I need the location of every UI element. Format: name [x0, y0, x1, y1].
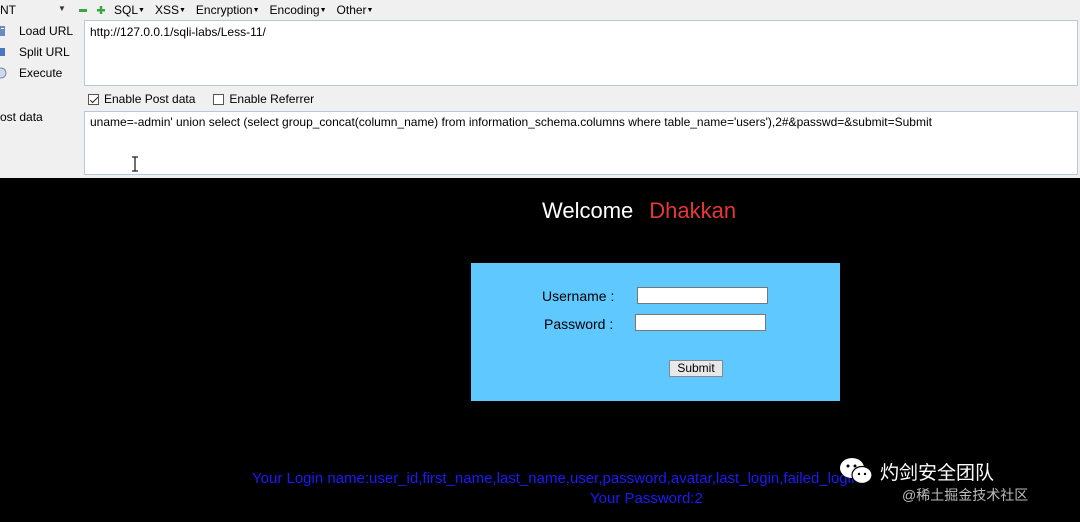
- watermark: 灼剑安全团队: [838, 455, 994, 487]
- execute-label: Execute: [19, 66, 63, 80]
- watermark-title: 灼剑安全团队: [880, 462, 995, 484]
- password-input[interactable]: [635, 314, 766, 331]
- chevron-down-icon: ▼: [252, 7, 260, 14]
- post-data-value: uname=-admin' union select (select group…: [90, 115, 932, 129]
- hackbar-panel: NT ▼ SQL▼ XSS▼ Encryption▼ Encoding▼ Oth…: [0, 0, 1080, 178]
- enable-post-checkbox[interactable]: [88, 93, 99, 105]
- submit-button[interactable]: Submit: [669, 360, 723, 377]
- menu-sql-label: SQL: [114, 3, 139, 17]
- post-data-textarea[interactable]: uname=-admin' union select (select group…: [84, 111, 1078, 175]
- menu-encryption[interactable]: Encryption▼: [196, 3, 260, 17]
- menu-encryption-label: Encryption: [195, 3, 253, 17]
- menu-encoding[interactable]: Encoding▼: [270, 3, 327, 17]
- options-row: Enable Post data Enable Referrer: [84, 88, 314, 110]
- welcome-name: Dhakkan: [649, 198, 737, 223]
- welcome-text: Welcome: [542, 198, 634, 223]
- split-url-icon: [0, 48, 5, 56]
- login-form: Username : Password : Submit: [471, 263, 840, 401]
- split-url-button[interactable]: Split URL: [0, 42, 70, 62]
- mode-dropdown-label: NT: [0, 3, 16, 17]
- mode-dropdown[interactable]: NT ▼: [0, 2, 70, 18]
- chevron-down-icon: ▼: [366, 7, 374, 14]
- chevron-down-icon: ▼: [178, 7, 186, 14]
- watermark-subtitle: @稀土掘金技术社区: [902, 487, 1029, 503]
- enable-referrer-checkbox[interactable]: [213, 93, 225, 105]
- load-url-button[interactable]: Load URL: [0, 21, 73, 41]
- username-input[interactable]: [637, 287, 768, 304]
- menu-sql[interactable]: SQL▼: [114, 3, 145, 17]
- load-url-icon: [0, 26, 5, 36]
- menu-other[interactable]: Other▼: [337, 3, 374, 17]
- chevron-down-icon: ▼: [138, 7, 145, 14]
- wechat-icon: [840, 458, 873, 485]
- hackbar-menu-bar: NT ▼ SQL▼ XSS▼ Encryption▼ Encoding▼ Oth…: [0, 0, 1080, 20]
- execute-button[interactable]: Execute: [0, 63, 62, 83]
- chevron-down-icon: ▼: [58, 4, 66, 13]
- enable-referrer-label: Enable Referrer: [229, 92, 315, 106]
- url-textarea[interactable]: http://127.0.0.1/sqli-labs/Less-11/: [84, 20, 1078, 86]
- result-login-name: Your Login name:user_id,first_name,last_…: [252, 470, 860, 487]
- result-password: Your Password:2: [590, 490, 703, 507]
- url-value: http://127.0.0.1/sqli-labs/Less-11/: [90, 25, 266, 39]
- execute-icon: [0, 67, 7, 79]
- text-cursor-icon: [132, 156, 138, 172]
- load-url-label: Load URL: [19, 24, 74, 38]
- post-data-label: ost data: [0, 110, 43, 124]
- menu-encoding-label: Encoding: [269, 3, 320, 17]
- welcome-heading: Welcome Dhakkan: [542, 198, 736, 224]
- hackbar-sidebar: Load URL Split URL Execute: [0, 20, 80, 178]
- enable-post-label: Enable Post data: [104, 92, 196, 106]
- split-url-label: Split URL: [19, 45, 70, 59]
- minus-icon[interactable]: [78, 5, 88, 15]
- username-label: Username :: [542, 288, 615, 304]
- menu-other-label: Other: [336, 3, 367, 17]
- chevron-down-icon: ▼: [319, 7, 327, 14]
- plus-icon[interactable]: [96, 5, 106, 15]
- menu-xss-label: XSS: [154, 3, 179, 17]
- password-label: Password :: [544, 316, 614, 332]
- menu-xss[interactable]: XSS▼: [155, 3, 186, 17]
- menu-items: SQL▼ XSS▼ Encryption▼ Encoding▼ Other▼: [78, 0, 383, 20]
